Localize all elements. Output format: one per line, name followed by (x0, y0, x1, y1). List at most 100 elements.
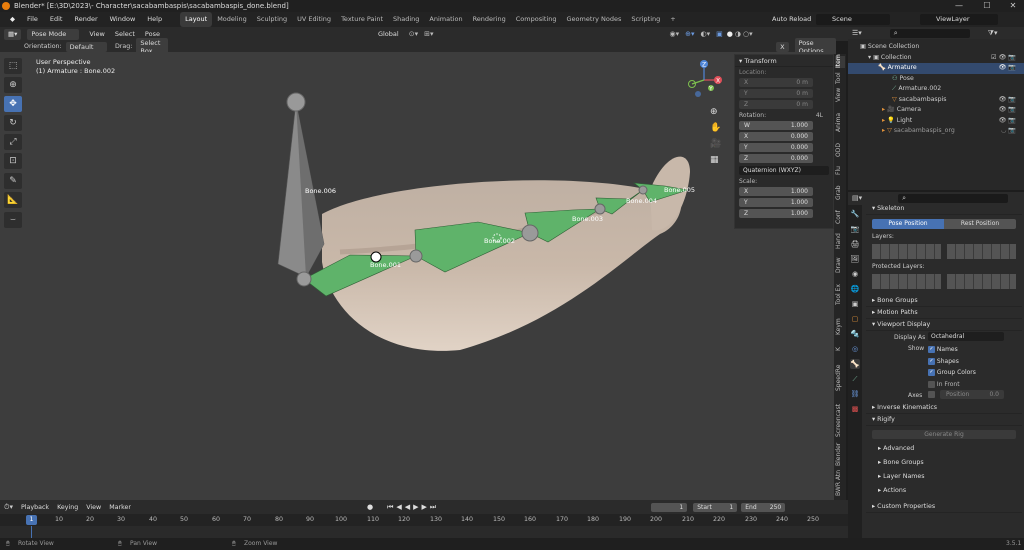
cursor-icon[interactable]: ⊕ (4, 77, 22, 93)
menu-help[interactable]: Help (141, 12, 168, 27)
menu-timeline-view[interactable]: View (86, 504, 101, 511)
playhead[interactable]: 1 (26, 515, 37, 525)
menu-edit[interactable]: Edit (44, 12, 69, 27)
visibility-icon[interactable]: 👁 📷 (998, 105, 1016, 116)
tab-texture-paint[interactable]: Texture Paint (336, 12, 388, 27)
shapes-checkbox[interactable]: ✓ Shapes (928, 356, 976, 368)
outliner-item-camera[interactable]: ▸ 🎥 Camera 👁 📷 (848, 105, 1024, 116)
transform-panel-header[interactable]: ▾ Transform (735, 55, 833, 67)
tab-shading[interactable]: Shading (388, 12, 424, 27)
tool-icon[interactable]: 🔧 (850, 209, 860, 219)
menu-view[interactable]: View (89, 30, 104, 38)
outliner-search-input[interactable]: ⌕ (889, 28, 970, 38)
tab-blender[interactable]: Blender (835, 443, 845, 466)
render-icon[interactable]: 📷 (850, 224, 860, 234)
tab-view[interactable]: View (835, 88, 845, 102)
record-icon[interactable]: ● (367, 503, 373, 511)
end-frame-field[interactable]: End 250 (741, 502, 786, 512)
view-layer-icon[interactable]: 🖼 (850, 254, 860, 264)
select-box-icon[interactable]: ⬚ (4, 58, 22, 74)
tab-speedre[interactable]: SpeedRe (835, 360, 845, 396)
outliner-item-armature[interactable]: 🦴 Armature 👁 📷 (848, 63, 1024, 74)
tab-layout[interactable]: Layout (180, 12, 213, 27)
tab-grab[interactable]: Grab (835, 184, 845, 202)
rotation-z-field[interactable]: Z 0.000 (739, 154, 813, 163)
tab-rendering[interactable]: Rendering (468, 12, 511, 27)
scene-selector[interactable]: Scene (816, 14, 890, 25)
timeline-track[interactable] (0, 526, 848, 538)
snap-icon[interactable]: ⊞▾ (424, 30, 433, 38)
shading-material-icon[interactable]: ◑ (735, 30, 741, 38)
rigify-advanced-panel[interactable]: ▸ Advanced (866, 443, 1022, 455)
current-frame-field[interactable]: 1 (651, 502, 688, 512)
start-frame-field[interactable]: Start 1 (693, 502, 738, 512)
scale-z-field[interactable]: Z 1.000 (739, 209, 813, 218)
tab-flu[interactable]: Flu (835, 164, 845, 178)
properties-editor-icon[interactable]: ▤▾ (852, 194, 862, 202)
menu-render[interactable]: Render (68, 12, 103, 27)
tab-sculpting[interactable]: Sculpting (252, 12, 292, 27)
menu-keying[interactable]: Keying (57, 504, 78, 511)
physics-icon[interactable]: ◎ (850, 344, 860, 354)
modifier-icon[interactable]: 🔩 (850, 329, 860, 339)
armature-data-tab-icon[interactable]: 🦴 (850, 359, 860, 369)
tab-bwr-atn[interactable]: BWR Atn (835, 468, 845, 498)
mirror-x-button[interactable]: X (776, 41, 789, 52)
axes-position-field[interactable]: Position 0.0 (940, 390, 1004, 399)
rotation-lock-tag[interactable]: 4L (816, 112, 823, 119)
tab-compositing[interactable]: Compositing (511, 12, 562, 27)
menu-file[interactable]: File (21, 12, 44, 27)
rigify-bone-groups-panel[interactable]: ▸ Bone Groups (866, 457, 1022, 469)
group-colors-checkbox[interactable]: ✓ Group Colors (928, 367, 976, 379)
3d-viewport[interactable]: User Perspective (1) Armature : Bone.002… (0, 52, 836, 500)
playback-controls[interactable]: ⏮◀◀▶▶⏭ (387, 503, 439, 512)
hidden-icon[interactable]: ◡ 📷 (1001, 126, 1016, 137)
bone-groups-panel[interactable]: ▸ Bone Groups (866, 295, 1022, 307)
texture-icon[interactable]: ▩ (850, 404, 860, 414)
axes-checkbox[interactable] (928, 391, 935, 398)
bone-roll-icon[interactable]: ⌣ (4, 212, 22, 228)
pan-icon[interactable]: ✋ (710, 120, 721, 136)
tab-keym[interactable]: Keym (835, 316, 845, 338)
pose-position-button[interactable]: Pose Position (872, 219, 944, 229)
object-icon[interactable]: ▢ (850, 314, 860, 324)
menu-window[interactable]: Window (104, 12, 142, 27)
add-workspace-button[interactable]: + (665, 12, 680, 27)
skeleton-panel-header[interactable]: ▾ Skeleton (866, 203, 1022, 215)
camera-view-icon[interactable]: 🎥 (710, 136, 721, 152)
rotation-mode-selector[interactable]: Quaternion (WXYZ) (739, 166, 829, 175)
gizmo-icon[interactable]: ⊕▾ (685, 30, 694, 38)
maximize-button[interactable]: ☐ (978, 0, 996, 12)
close-button[interactable]: ✕ (1004, 0, 1022, 12)
outliner-collection[interactable]: ▾ ▣ Collection ☑ 👁 📷 (848, 53, 1024, 64)
visibility-icon[interactable]: 👁 📷 (998, 95, 1016, 106)
tab-hand[interactable]: Hand (835, 232, 845, 250)
overlay-icon[interactable]: ◐▾ (701, 30, 711, 38)
orientation-selector[interactable]: Default (65, 41, 107, 52)
minimize-button[interactable]: — (950, 0, 968, 12)
editor-type-button[interactable]: ▦▾ (4, 28, 22, 40)
tab-geometry-nodes[interactable]: Geometry Nodes (562, 12, 627, 27)
blender-menu-icon[interactable]: ◆ (4, 12, 21, 27)
bone-layers-grid[interactable] (872, 244, 1016, 259)
auto-reload-label[interactable]: Auto Reload (772, 15, 811, 23)
xray-icon[interactable]: ▣ (716, 30, 723, 38)
annotate-icon[interactable]: ✎ (4, 173, 22, 189)
custom-properties-panel[interactable]: ▸ Custom Properties (866, 501, 1022, 513)
outliner-scene-collection[interactable]: ▣ Scene Collection (848, 42, 1024, 53)
display-as-selector[interactable]: Octahedral (928, 332, 1004, 341)
outliner-item-light[interactable]: ▸ 💡 Light 👁 📷 (848, 116, 1024, 127)
menu-playback[interactable]: Playback (21, 504, 49, 511)
transform-orientation-selector[interactable]: Global (374, 29, 403, 40)
zoom-icon[interactable]: ⊕ (710, 104, 721, 120)
shading-solid-icon[interactable]: ● (727, 30, 733, 38)
constraint-icon[interactable]: ⛓ (850, 389, 860, 399)
motion-paths-panel[interactable]: ▸ Motion Paths (866, 307, 1022, 319)
menu-marker[interactable]: Marker (109, 504, 131, 511)
mode-selector[interactable]: Pose Mode (27, 28, 80, 40)
generate-rig-button[interactable]: Generate Rig (872, 430, 1016, 439)
tab-item[interactable]: Item (835, 54, 845, 68)
properties-search-input[interactable]: ⌕ (898, 193, 1009, 203)
world-icon[interactable]: 🌐 (850, 284, 860, 294)
visibility-icon[interactable]: 👁 📷 (998, 63, 1016, 74)
